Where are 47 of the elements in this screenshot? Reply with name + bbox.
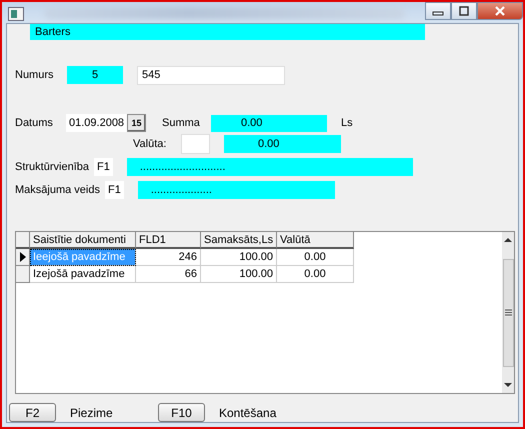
field-label: Valūta: (133, 138, 168, 150)
number-code-field[interactable]: 5 (67, 66, 123, 84)
currency-code-field[interactable] (181, 134, 210, 154)
action-label: Piezime (70, 406, 114, 420)
table-cell: 246 (136, 249, 201, 266)
lookup-value-field[interactable]: .................... (138, 180, 335, 198)
column-header[interactable]: Samaksāts,Ls (201, 232, 277, 249)
vertical-scrollbar[interactable] (502, 232, 514, 393)
close-button[interactable] (477, 2, 523, 20)
document-type-field: Barters (30, 24, 425, 40)
table-cell: 0.00 (277, 266, 354, 283)
scrollbar-thumb[interactable] (502, 258, 514, 366)
scroll-down-icon (504, 382, 512, 388)
function-key-button[interactable]: F10 (158, 403, 205, 422)
window-icon (8, 6, 24, 20)
lookup-key-field[interactable]: F1 (104, 180, 124, 198)
table-cell: 100.00 (201, 266, 277, 283)
calendar-button[interactable]: 15 (127, 114, 146, 132)
table-cell: 66 (136, 266, 201, 283)
number-field[interactable]: 545 (137, 66, 285, 84)
current-row-icon (20, 252, 26, 262)
field-label: Maksājuma veids (15, 184, 100, 196)
column-header[interactable]: Valūtā (277, 232, 354, 249)
table-cell: Ieejošā pavadzīme (30, 249, 136, 266)
lookup-value-field[interactable]: ............................ (126, 158, 413, 176)
field-label: Struktūrvienība (15, 160, 89, 172)
field-label: Summa (162, 117, 201, 129)
field-label: Numurs (15, 69, 55, 81)
action-label: Kontēšana (219, 406, 278, 420)
date-field[interactable]: 01.09.2008 (66, 114, 127, 132)
row-indicator[interactable] (16, 249, 30, 266)
function-key-button[interactable]: F2 (9, 403, 56, 422)
close-icon (494, 6, 506, 16)
column-header[interactable]: Saistītie dokumenti (30, 232, 136, 249)
maximize-button[interactable] (451, 2, 477, 20)
maximize-icon (458, 6, 470, 16)
lookup-key-field[interactable]: F1 (94, 158, 113, 176)
currency-amount-field[interactable]: 0.00 (224, 135, 341, 153)
table-cell: 100.00 (201, 249, 277, 266)
minimize-button[interactable] (425, 2, 451, 20)
table-cell: 0.00 (277, 249, 354, 266)
table-cell: Izejošā pavadzīme (30, 266, 136, 283)
scroll-up-icon (504, 237, 512, 243)
field-label: Datums (15, 117, 54, 129)
amount-field[interactable]: 0.00 (211, 114, 327, 132)
column-header[interactable]: FLD1 (136, 232, 201, 249)
currency-label: Ls (341, 117, 353, 129)
